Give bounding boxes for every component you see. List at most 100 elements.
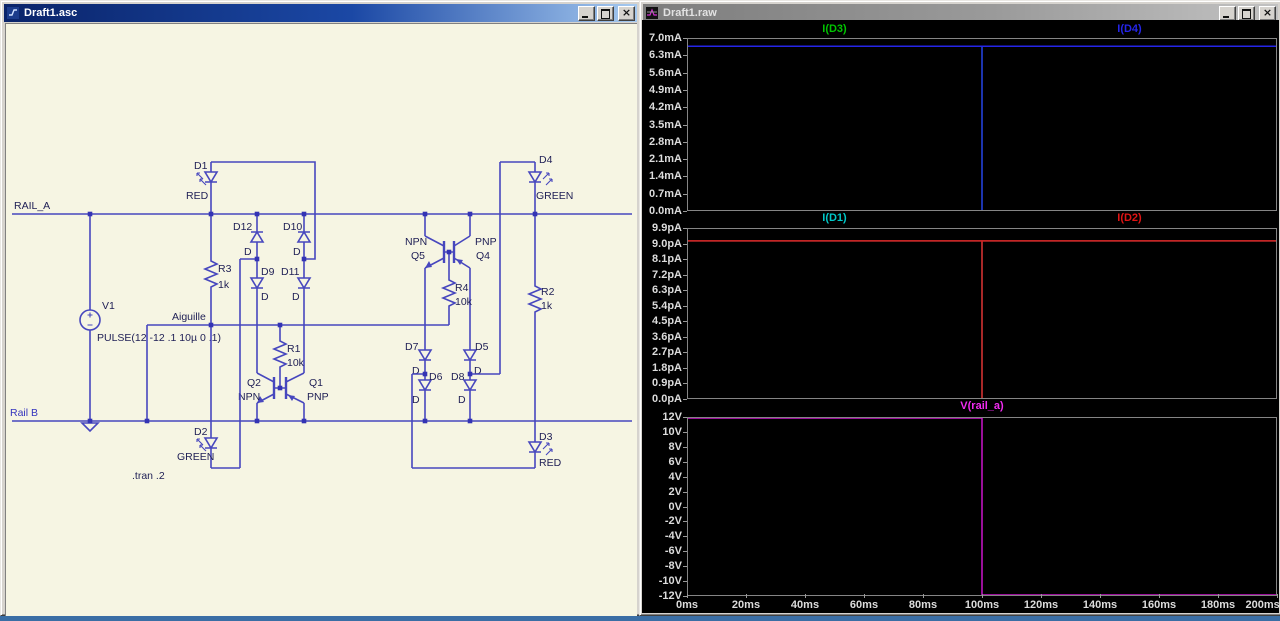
led-d1[interactable]: D1 RED (186, 160, 219, 214)
window-title: Draft1.asc (24, 7, 78, 19)
y-tick-label: 10V (662, 425, 682, 438)
y-tick-label: 8V (668, 440, 682, 453)
waveform-window: Draft1.raw × I(D3) I(D4) 7.0mA 6.3mA 5.6mA 4.… (639, 0, 1280, 616)
diode-d12[interactable]: D12 D (233, 214, 265, 278)
svg-text:D: D (292, 291, 300, 303)
svg-text:Q4: Q4 (476, 250, 490, 262)
ground-symbol[interactable] (80, 422, 100, 433)
schematic-drawing: RAIL_A Rail B Aiguille V1 PULSE(12 -12 .… (10, 154, 632, 482)
resistor-r4[interactable]: R4 10k (440, 252, 473, 325)
y-tick-label: 5.6mA (648, 66, 682, 79)
led-d2[interactable]: D2 GREEN (177, 325, 219, 468)
y-tick-label: 2.7pA (652, 346, 682, 359)
svg-text:D4: D4 (539, 154, 553, 166)
transistor-q2[interactable]: Q2 NPN (238, 372, 280, 421)
x-tick-label: 0ms (675, 599, 699, 611)
x-tick-label: 100ms (964, 599, 1000, 611)
x-tick-mark (864, 594, 865, 598)
resistor-r1[interactable]: R1 10k (271, 325, 305, 388)
svg-text:D2: D2 (194, 426, 208, 438)
close-button[interactable]: × (1259, 5, 1276, 21)
net-rail-a[interactable]: RAIL_A (12, 200, 632, 215)
minimize-button[interactable] (578, 5, 595, 21)
maximize-button[interactable] (1238, 5, 1255, 21)
diode-d9[interactable]: D9 D (249, 266, 275, 373)
y-tick-label: 12V (662, 411, 682, 423)
close-icon: × (621, 5, 632, 19)
y-tick-label: -2V (664, 515, 682, 528)
schematic-window: Draft1.asc × RAIL_A Rail B Aiguille V1 P… (0, 0, 641, 616)
waveform-app-icon (645, 6, 659, 20)
net-rail-b[interactable]: Rail B (10, 407, 632, 422)
svg-text:NPN: NPN (238, 391, 260, 403)
svg-text:D1: D1 (194, 160, 208, 172)
x-tick-mark (982, 594, 983, 598)
svg-text:R2: R2 (541, 286, 555, 298)
wire-d1-to-d10[interactable] (211, 161, 316, 260)
maximize-button[interactable] (597, 5, 614, 21)
svg-text:D: D (293, 246, 301, 258)
schematic-titlebar[interactable]: Draft1.asc × (4, 4, 637, 22)
spice-directive[interactable]: .tran .2 (132, 470, 165, 482)
plot-pane-1[interactable] (687, 38, 1277, 211)
svg-text:D12: D12 (233, 221, 252, 233)
y-tick-label: 7.0mA (648, 32, 682, 44)
x-tick-label: 40ms (790, 599, 820, 611)
x-tick-mark (923, 594, 924, 598)
y-tick-label: 1.8pA (652, 361, 682, 374)
x-tick-label: 160ms (1141, 599, 1177, 611)
svg-text:PNP: PNP (307, 391, 329, 403)
y-tick-mark (683, 399, 687, 400)
plot-pane-2[interactable] (687, 228, 1277, 399)
svg-text:Q1: Q1 (309, 377, 323, 389)
x-tick-label: 120ms (1023, 599, 1059, 611)
trace-legend-I(D1)[interactable]: I(D1) (822, 212, 846, 224)
led-d3[interactable]: D3 RED (527, 431, 562, 469)
waveform-canvas[interactable]: I(D3) I(D4) 7.0mA 6.3mA 5.6mA 4.9mA 4.2mA 3.5mA… (642, 20, 1279, 613)
resistor-r2[interactable]: R2 1k (526, 214, 555, 442)
plot-pane-3[interactable] (687, 417, 1277, 596)
trace-legend-I(D2)[interactable]: I(D2) (1117, 212, 1141, 224)
svg-text:PNP: PNP (475, 236, 497, 248)
minimize-icon (1223, 15, 1229, 18)
diode-d6[interactable]: D6 D (412, 371, 443, 421)
svg-text:GREEN: GREEN (536, 190, 573, 202)
y-tick-label: 1.4mA (648, 170, 682, 183)
minimize-button[interactable] (1219, 5, 1236, 21)
x-tick-mark (1218, 594, 1219, 598)
trace-I(D2) (688, 240, 1276, 398)
svg-text:D: D (412, 365, 420, 377)
y-tick-label: 8.1pA (652, 253, 682, 266)
svg-text:10k: 10k (455, 296, 473, 308)
minimize-icon (582, 15, 588, 18)
maximize-icon (601, 8, 610, 19)
trace-legend-I(D4)[interactable]: I(D4) (1117, 23, 1141, 35)
y-tick-label: 4.9mA (648, 83, 682, 96)
schematic-app-icon (6, 6, 20, 20)
y-tick-label: 0.0mA (648, 205, 682, 217)
y-tick-label: -8V (664, 560, 682, 573)
transistor-q1[interactable]: Q1 PNP (280, 372, 329, 421)
x-tick-label: 20ms (731, 599, 761, 611)
x-tick-label: 80ms (908, 599, 938, 611)
diode-d8[interactable]: D8 D (451, 371, 478, 421)
window-title: Draft1.raw (663, 7, 717, 19)
schematic-canvas[interactable]: RAIL_A Rail B Aiguille V1 PULSE(12 -12 .… (5, 23, 637, 616)
close-icon: × (1262, 5, 1273, 19)
resistor-r3[interactable]: R3 1k (202, 214, 232, 325)
y-tick-label: -6V (664, 545, 682, 558)
svg-text:D10: D10 (283, 221, 302, 233)
transistor-q5[interactable]: NPN Q5 (405, 214, 449, 350)
y-tick-label: 6.3mA (648, 49, 682, 62)
trace-legend-I(D3)[interactable]: I(D3) (822, 23, 846, 35)
y-tick-label: 0.0pA (652, 393, 682, 405)
svg-text:D: D (244, 246, 252, 258)
y-tick-label: 6.3pA (652, 284, 682, 297)
svg-text:D: D (412, 394, 420, 406)
y-tick-label: -10V (658, 575, 682, 588)
y-tick-label: 2.8mA (648, 135, 682, 148)
svg-text:Rail B: Rail B (10, 407, 38, 419)
y-tick-label: 0.9pA (652, 377, 682, 390)
close-button[interactable]: × (618, 5, 635, 21)
trace-legend-V(rail_a)[interactable]: V(rail_a) (960, 400, 1003, 412)
